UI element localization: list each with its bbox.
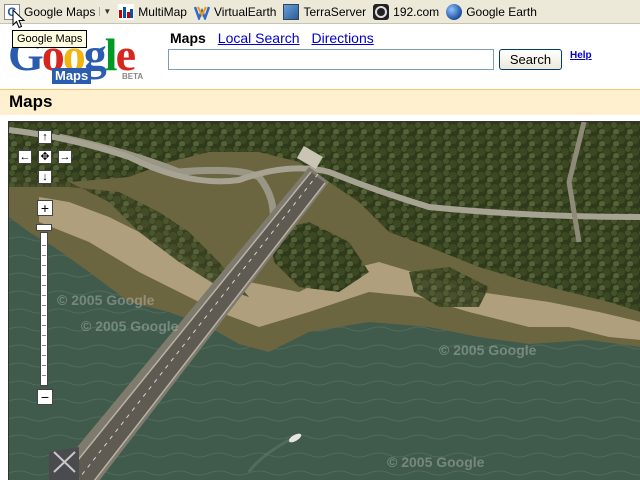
logo-beta-label: BETA	[122, 72, 144, 81]
mouse-cursor-icon	[12, 9, 26, 29]
192-icon	[373, 3, 390, 20]
help-link[interactable]: Help	[570, 50, 592, 61]
zoom-slider[interactable]	[40, 232, 48, 386]
map-watermark: © 2005 Google	[81, 318, 179, 334]
map-watermark: © 2005 Google	[387, 454, 485, 470]
bookmark-192[interactable]: 192.com	[371, 2, 444, 22]
dropdown-arrow-icon[interactable]: ▼	[99, 7, 111, 16]
multimap-icon	[118, 3, 135, 20]
tab-directions[interactable]: Directions	[312, 30, 374, 46]
bookmark-terraserver[interactable]: TerraServer	[281, 2, 371, 22]
tooltip: Google Maps	[12, 30, 88, 48]
search-button[interactable]: Search	[499, 49, 562, 70]
pan-center-button[interactable]: ✥	[38, 150, 52, 164]
pan-down-button[interactable]: ↓	[38, 170, 52, 184]
zoom-slider-thumb[interactable]	[36, 224, 52, 231]
bookmark-label: TerraServer	[303, 4, 367, 19]
google-earth-icon	[446, 3, 463, 20]
pan-right-button[interactable]: →	[58, 150, 72, 164]
pan-left-button[interactable]: ←	[18, 150, 32, 164]
page-title: Maps	[9, 92, 53, 111]
bookmark-multimap[interactable]: MultiMap	[116, 2, 192, 22]
virtualearth-icon	[193, 4, 211, 21]
search-input[interactable]	[168, 49, 494, 70]
bookmark-google-earth[interactable]: Google Earth	[444, 2, 542, 22]
bookmark-label: Google Earth	[466, 4, 537, 19]
pan-up-button[interactable]: ↑	[38, 130, 52, 144]
bookmark-label: 192.com	[393, 4, 440, 19]
bookmark-label: MultiMap	[138, 4, 187, 19]
tab-maps: Maps	[170, 30, 206, 46]
bookmarks-toolbar: G Google Maps ▼ MultiMap VirtualEarth Te…	[0, 0, 640, 24]
page-title-bar: Maps	[0, 89, 640, 115]
satellite-map[interactable]: © 2005 Google © 2005 Google © 2005 Googl…	[8, 121, 640, 480]
service-nav: Maps Local Search Directions	[170, 30, 374, 46]
zoom-in-button[interactable]: +	[37, 200, 53, 216]
tab-local-search[interactable]: Local Search	[218, 30, 300, 46]
map-watermark: © 2005 Google	[439, 342, 537, 358]
bookmark-label: Google Maps	[24, 4, 96, 19]
terraserver-icon	[283, 3, 300, 20]
bookmark-virtualearth[interactable]: VirtualEarth	[192, 2, 281, 22]
bookmark-label: VirtualEarth	[213, 4, 277, 19]
zoom-out-button[interactable]: −	[37, 389, 53, 405]
logo-maps-label: Maps	[52, 68, 92, 84]
map-watermark: © 2005 Google	[57, 292, 155, 308]
